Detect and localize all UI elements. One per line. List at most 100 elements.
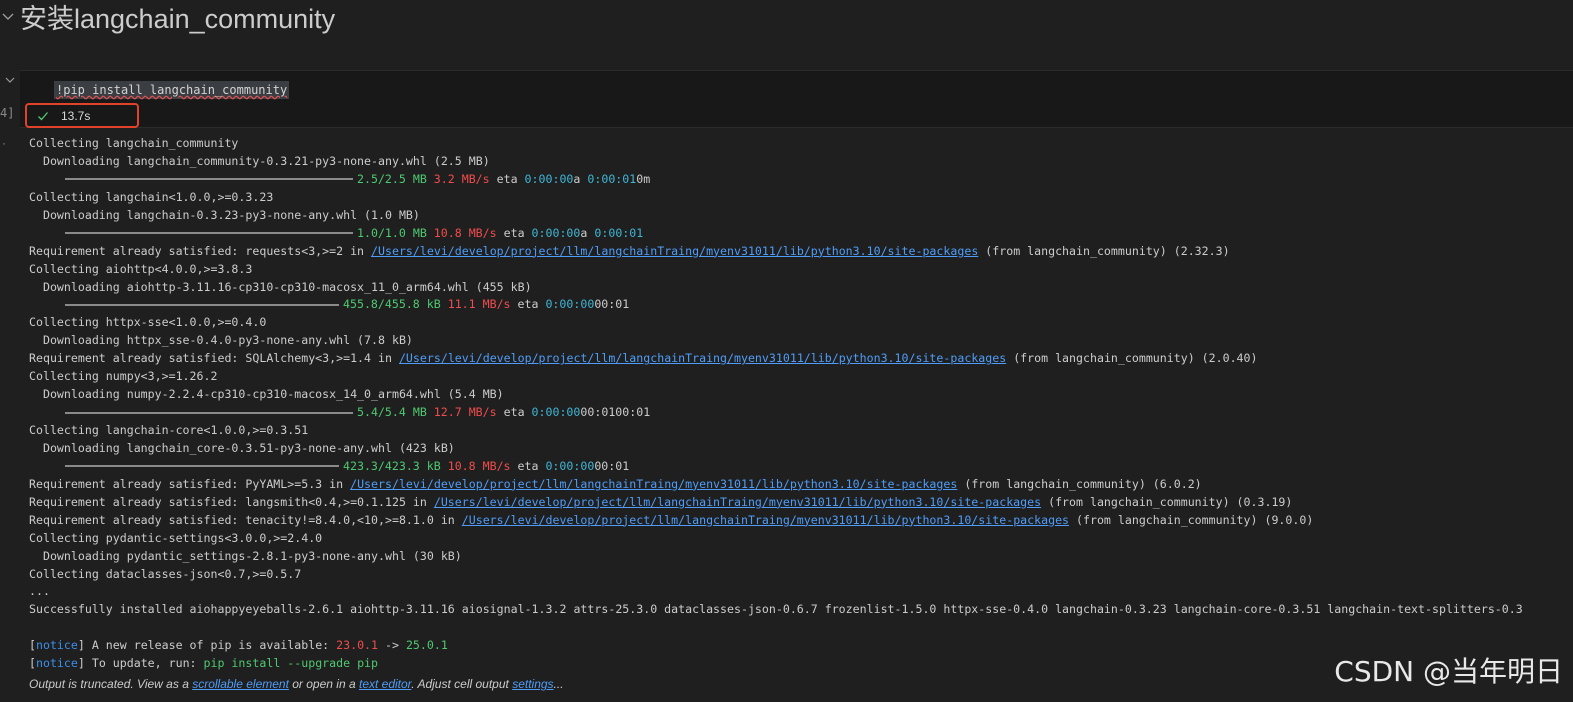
output-text: Downloading langchain-0.3.23-py3-none-an… [29, 207, 420, 222]
output-text: (from langchain_community) (2.0.40) [1006, 351, 1258, 366]
output-text: 00:0100:01 [580, 405, 651, 420]
output-text: ] To update, run: [77, 656, 204, 671]
output-line: Collecting numpy<3,>=1.26.2 [29, 368, 1573, 386]
output-text: (from langchain_community) (6.0.2) [957, 476, 1202, 491]
execution-count: 4] [0, 106, 15, 120]
output-text: 25.0.1 [405, 638, 448, 653]
scrollable-element-link[interactable]: scrollable element [192, 677, 289, 691]
output-line: Downloading aiohttp-3.11.16-cp310-cp310-… [29, 279, 1573, 297]
output-text: Collecting pydantic-settings<3.0.0,>=2.4… [29, 530, 323, 545]
cell-collapse-chevron-icon[interactable] [4, 74, 16, 86]
output-text: 23.0.1 [336, 638, 379, 653]
path-link[interactable]: /Users/levi/develop/project/llm/langchai… [462, 513, 1069, 527]
output-text: notice [35, 638, 78, 653]
output-text: Downloading langchain_core-0.3.51-py3-no… [29, 440, 455, 455]
output-text: Collecting dataclasses-json<0.7,>=0.5.7 [29, 566, 302, 581]
output-gutter-dot[interactable]: · [2, 136, 6, 150]
output-text: Requirement already satisfied: langsmith… [29, 494, 434, 509]
output-text: Collecting numpy<3,>=1.26.2 [29, 369, 218, 384]
output-text: Downloading httpx_sse-0.4.0-py3-none-any… [29, 333, 413, 348]
output-text: 0:00:00 [545, 458, 595, 473]
output-line: ... [29, 583, 1573, 601]
output-text: 3.2 MB/s [433, 171, 490, 186]
output-line: Collecting pydantic-settings<3.0.0,>=2.4… [29, 530, 1573, 548]
settings-link[interactable]: settings [512, 677, 553, 691]
output-text: eta [510, 458, 546, 473]
output-text: 423.3/423.3 kB [343, 458, 441, 473]
output-text: 12.7 MB/s [433, 405, 497, 420]
output-text: Requirement already satisfied: PyYAML>=5… [29, 476, 351, 491]
output-text: Downloading numpy-2.2.4-cp310-cp310-maco… [29, 387, 504, 402]
markdown-heading: 安装langchain_community [20, 4, 336, 34]
output-text: 1.0/1.0 MB [357, 225, 427, 240]
output-text: 0:00:00 [524, 171, 574, 186]
output-line: Requirement already satisfied: langsmith… [29, 494, 1573, 512]
output-line: Requirement already satisfied: tenacity!… [29, 512, 1573, 530]
output-text: Collecting langchain-core<1.0.0,>=0.3.51 [29, 423, 309, 437]
code-line[interactable]: !pip install langchain_community [54, 81, 290, 99]
text-editor-link[interactable]: text editor [359, 677, 411, 691]
output-text: eta [489, 171, 525, 186]
progress-bar [65, 411, 353, 414]
code-text: !pip install langchain_community [56, 83, 288, 97]
output-text: Downloading langchain_community-0.3.21-p… [29, 153, 490, 168]
output-line: Requirement already satisfied: requests<… [29, 243, 1573, 261]
output-line: Collecting langchain-core<1.0.0,>=0.3.51 [29, 422, 1573, 440]
output-text: 0:00:00 [531, 405, 581, 420]
output-text: 11.1 MB/s [447, 297, 511, 312]
truncation-notice: Output is truncated. View as a scrollabl… [29, 677, 564, 691]
output-text: (from langchain_community) (2.32.3) [978, 243, 1230, 258]
path-link[interactable]: /Users/levi/develop/project/llm/langchai… [399, 351, 1006, 365]
notice-text: or open in a [288, 677, 359, 691]
output-line: Collecting httpx-sse<1.0.0,>=0.4.0 [29, 314, 1573, 332]
output-line: Downloading langchain_community-0.3.21-p… [29, 153, 1573, 171]
output-text: eta [496, 225, 532, 240]
output-line: Collecting aiohttp<4.0.0,>=3.8.3 [29, 261, 1573, 279]
output-text: eta [496, 405, 532, 420]
output-text: 0:00:00 [531, 225, 581, 240]
execution-time: 13.7s [61, 108, 91, 123]
output-text: a [573, 171, 588, 186]
output-text: 0:00:01 [594, 225, 644, 240]
progress-bar [65, 303, 339, 306]
output-text: 2.5/2.5 MB [357, 171, 427, 186]
output-line: Successfully installed aiohappyeyeballs-… [29, 601, 1573, 619]
progress-bar [65, 232, 353, 235]
output-text: notice [35, 656, 78, 671]
output-text: 10.8 MB/s [433, 225, 497, 240]
output-text: eta [510, 297, 546, 312]
output-text: Collecting langchain_community [29, 136, 239, 150]
code-cell-editor[interactable] [20, 70, 1573, 128]
output-text: Downloading pydantic_settings-2.8.1-py3-… [29, 548, 462, 563]
output-line: Requirement already satisfied: SQLAlchem… [29, 350, 1573, 368]
output-line: 423.3/423.3 kB 10.8 MB/s eta 0:00:0000:0… [29, 458, 1573, 476]
output-line: Collecting langchain_community [29, 135, 1573, 153]
progress-bar [65, 465, 339, 468]
output-text: [ [29, 656, 36, 671]
path-link[interactable]: /Users/levi/develop/project/llm/langchai… [371, 244, 978, 258]
output-text: Collecting aiohttp<4.0.0,>=3.8.3 [29, 261, 253, 276]
notice-text: Output is truncated. View as a [29, 677, 193, 691]
output-text: ] A new release of pip is available: [77, 638, 337, 653]
output-line: Downloading numpy-2.2.4-cp310-cp310-maco… [29, 386, 1573, 404]
output-line: Downloading langchain_core-0.3.51-py3-no… [29, 440, 1573, 458]
output-text: Downloading aiohttp-3.11.16-cp310-cp310-… [29, 279, 532, 294]
path-link[interactable]: /Users/levi/develop/project/llm/langchai… [434, 495, 1041, 509]
notice-text: . Adjust cell output [411, 677, 513, 691]
output-text: [ [29, 638, 36, 653]
collapse-chevron-icon[interactable] [0, 8, 16, 24]
output-line: 2.5/2.5 MB 3.2 MB/s eta 0:00:00a 0:00:01… [29, 171, 1573, 189]
output-text: Requirement already satisfied: tenacity!… [29, 512, 462, 527]
output-text: (from langchain_community) (0.3.19) [1041, 494, 1293, 509]
path-link[interactable]: /Users/levi/develop/project/llm/langchai… [350, 477, 957, 491]
output-text: a [580, 225, 595, 240]
watermark: CSDN @当年明日 [1334, 655, 1563, 688]
output-text: 0:00:00 [545, 297, 595, 312]
cell-output: Collecting langchain_community Downloadi… [29, 135, 1573, 673]
output-text: 10.8 MB/s [447, 458, 511, 473]
output-text: Successfully installed aiohappyeyeballs-… [29, 602, 1523, 617]
